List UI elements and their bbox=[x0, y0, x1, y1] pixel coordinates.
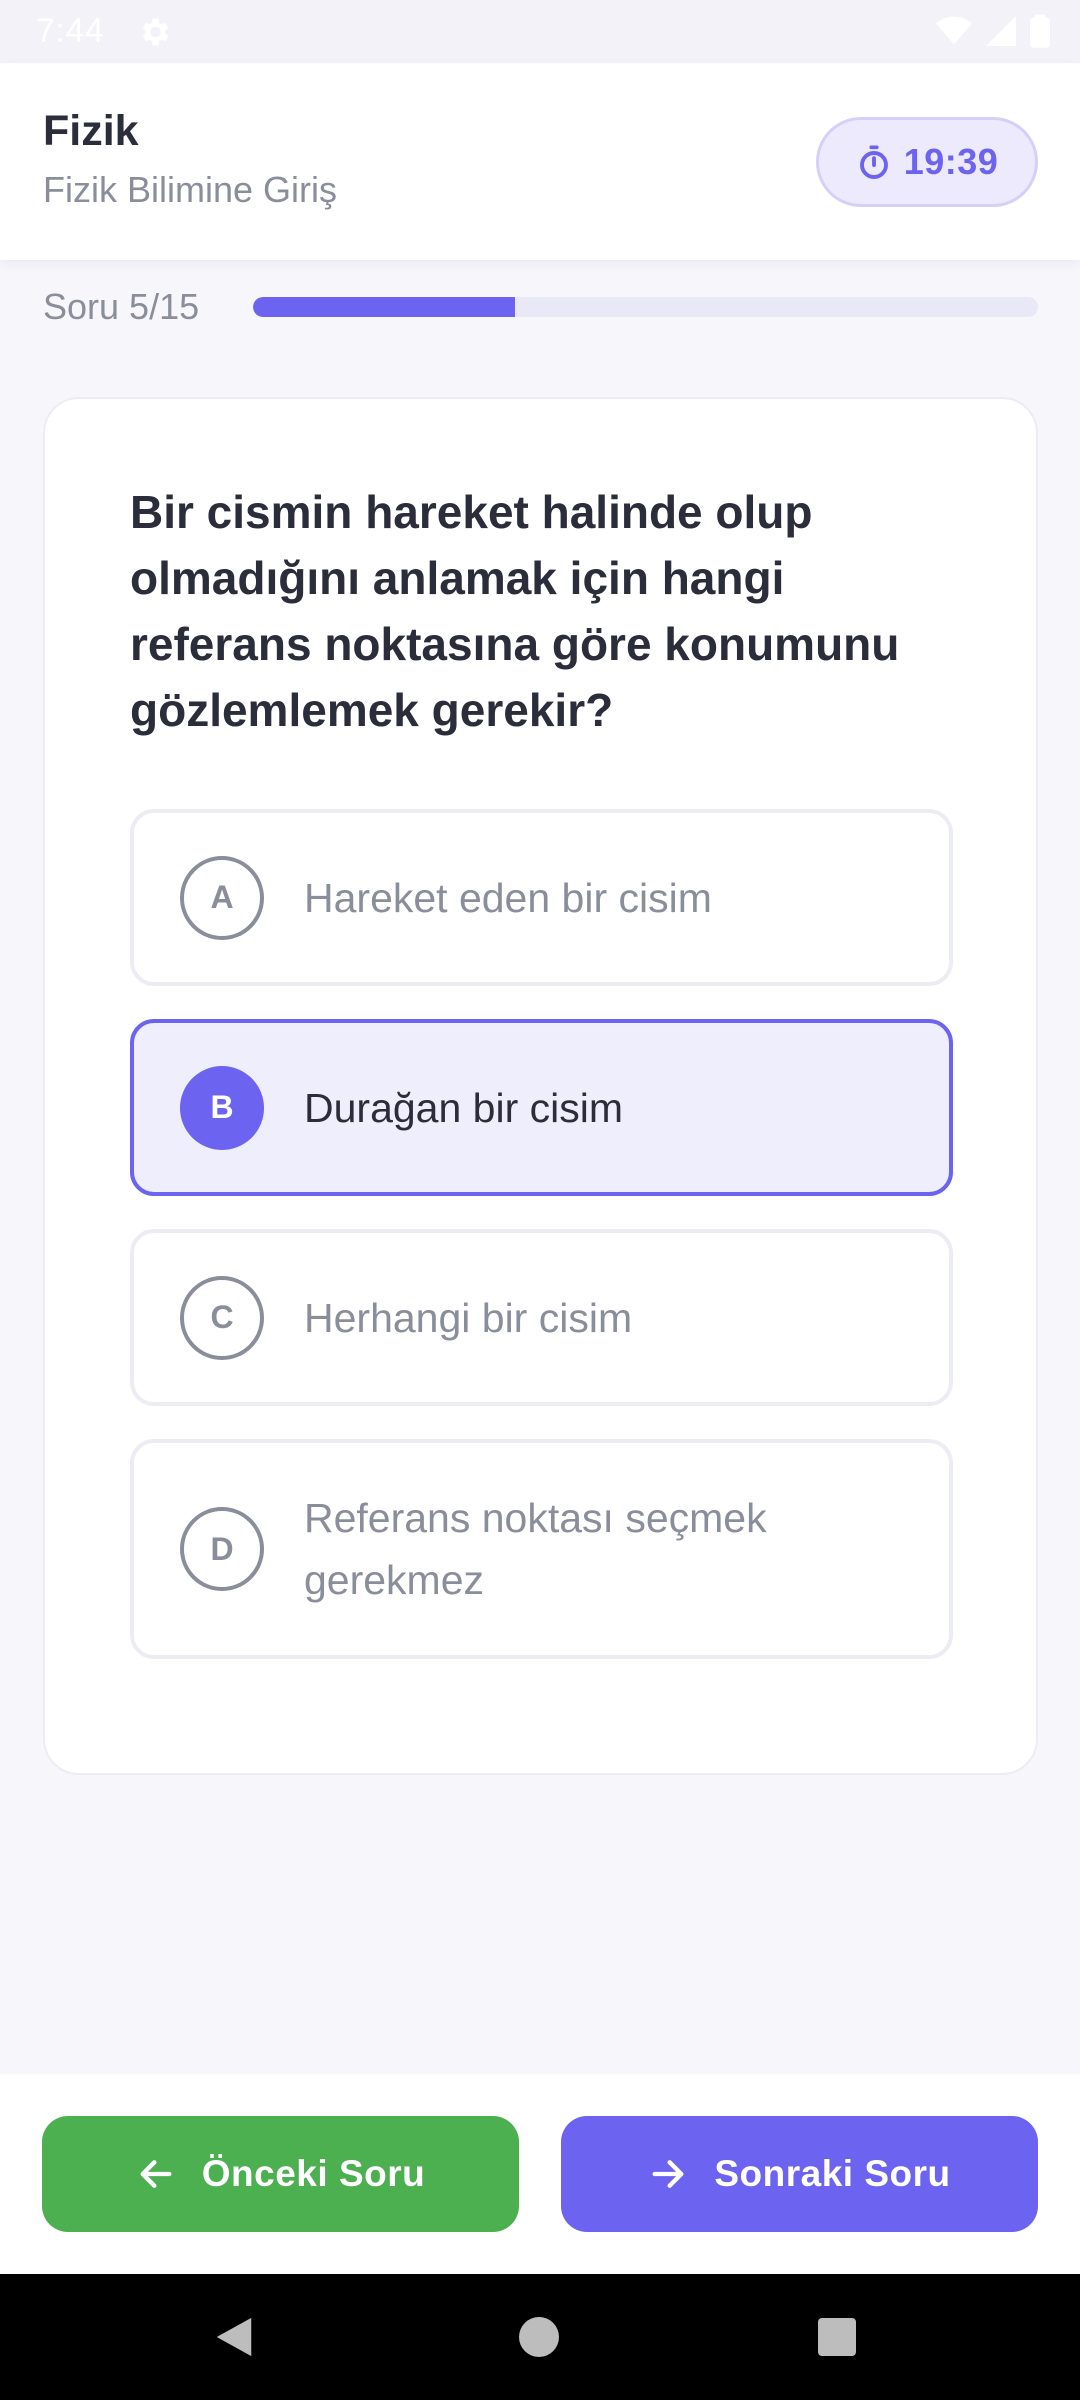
progress-row: Soru 5/15 bbox=[43, 284, 1038, 330]
option-c[interactable]: C Herhangi bir cisim bbox=[130, 1229, 953, 1406]
progress-bar bbox=[253, 297, 1038, 317]
previous-button-label: Önceki Soru bbox=[201, 2153, 426, 2194]
option-letter: B bbox=[180, 1065, 264, 1150]
option-letter: D bbox=[180, 1507, 264, 1591]
question-text: Bir cismin hareket halinde olup olmadığı… bbox=[130, 486, 900, 736]
previous-question-button[interactable]: Önceki Soru bbox=[42, 2116, 519, 2232]
timer-text: 19:39 bbox=[903, 141, 999, 182]
status-time: 7:44 bbox=[36, 12, 105, 50]
subject-title: Fizik bbox=[43, 107, 139, 155]
arrow-right-icon bbox=[652, 2160, 684, 2188]
system-navigation-bar bbox=[0, 2274, 1080, 2400]
option-b[interactable]: B Durağan bir cisim bbox=[130, 1019, 953, 1196]
system-home-icon[interactable] bbox=[519, 2317, 559, 2357]
timer-badge: 19:39 bbox=[816, 117, 1038, 207]
wifi-icon bbox=[936, 16, 972, 45]
option-text: Referans noktası seçmek gerekmez bbox=[304, 1495, 767, 1603]
bottom-nav-bar: Önceki Soru Sonraki Soru bbox=[0, 2074, 1080, 2274]
option-text: Hareket eden bir cisim bbox=[304, 874, 712, 921]
signal-icon bbox=[986, 16, 1016, 46]
option-text: Durağan bir cisim bbox=[304, 1084, 623, 1131]
quiz-header: Fizik Fizik Bilimine Giriş 19:39 bbox=[0, 63, 1080, 260]
status-icons bbox=[936, 14, 1050, 48]
topic-subtitle: Fizik Bilimine Giriş bbox=[43, 169, 338, 210]
question-counter: Soru 5/15 bbox=[43, 286, 200, 327]
option-letter: A bbox=[180, 855, 264, 940]
system-recents-icon[interactable] bbox=[818, 2318, 856, 2356]
system-back-icon[interactable] bbox=[212, 2314, 256, 2360]
settings-gear-icon bbox=[142, 18, 169, 46]
battery-icon bbox=[1030, 14, 1050, 48]
option-d[interactable]: D Referans noktası seçmek gerekmez bbox=[130, 1439, 953, 1659]
next-button-label: Sonraki Soru bbox=[714, 2153, 951, 2194]
status-bar: 7:44 bbox=[0, 0, 1080, 63]
stopwatch-icon bbox=[859, 145, 888, 179]
arrow-left-icon bbox=[140, 2160, 172, 2188]
option-a[interactable]: A Hareket eden bir cisim bbox=[130, 809, 953, 986]
progress-fill bbox=[253, 297, 515, 317]
option-letter: C bbox=[180, 1275, 264, 1360]
option-text: Herhangi bir cisim bbox=[304, 1294, 633, 1341]
question-card: Bir cismin hareket halinde olup olmadığı… bbox=[43, 397, 1038, 1775]
next-question-button[interactable]: Sonraki Soru bbox=[561, 2116, 1038, 2232]
